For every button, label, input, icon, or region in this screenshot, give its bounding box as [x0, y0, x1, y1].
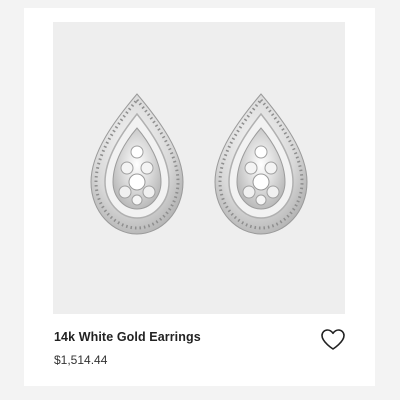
- product-image[interactable]: [53, 22, 345, 314]
- earrings-image: [89, 92, 309, 236]
- left-earring: [89, 92, 185, 236]
- product-card[interactable]: 14k White Gold Earrings $1,514.44: [24, 8, 375, 386]
- product-price: $1,514.44: [54, 353, 108, 367]
- product-title[interactable]: 14k White Gold Earrings: [54, 330, 201, 344]
- favorite-button[interactable]: [320, 328, 346, 352]
- right-earring: [213, 92, 309, 236]
- heart-outline-icon: [321, 329, 345, 350]
